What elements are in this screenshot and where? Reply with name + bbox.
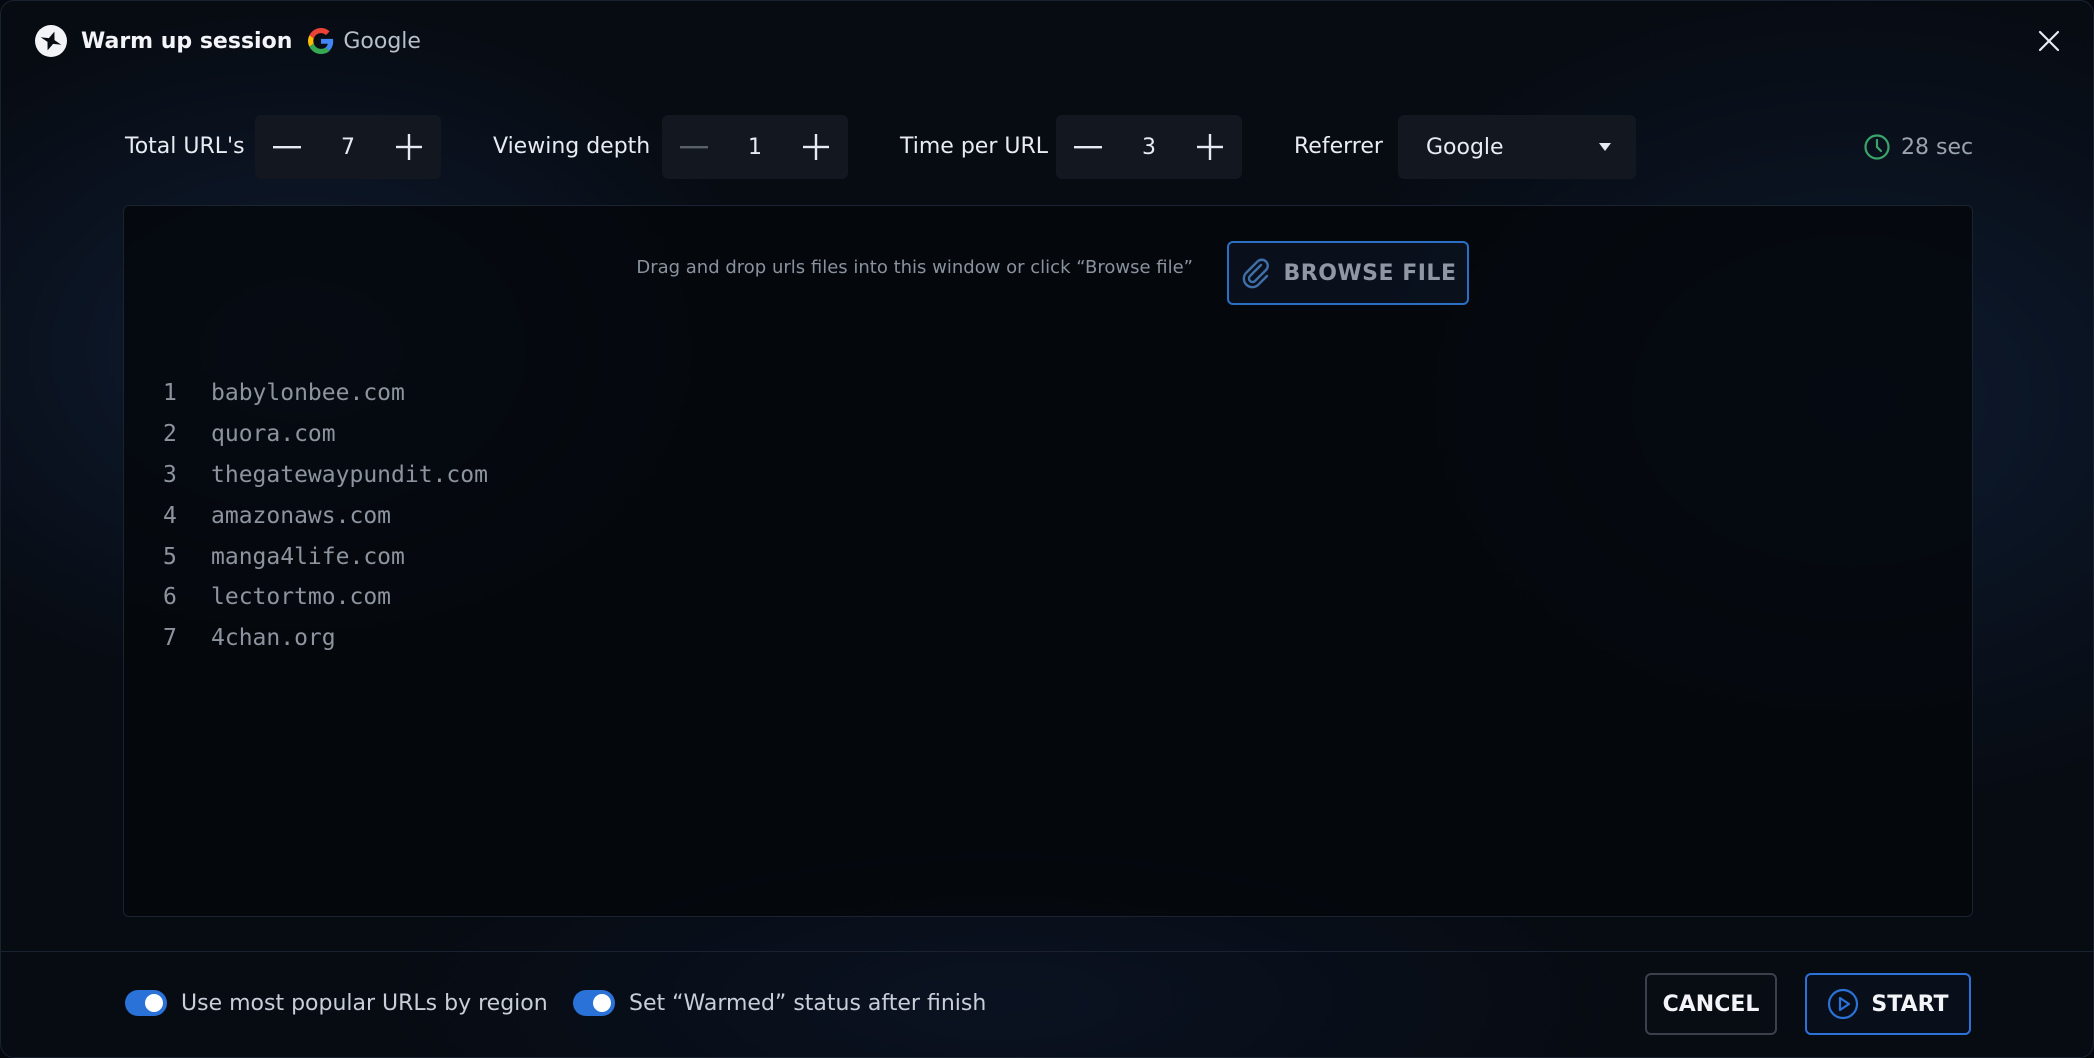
line-number: 1 xyxy=(163,380,177,407)
list-item[interactable]: 7 4chan.org xyxy=(163,618,488,659)
warmed-status-toggle[interactable]: Set “Warmed” status after finish xyxy=(573,987,986,1019)
popular-urls-label: Use most popular URLs by region xyxy=(181,990,548,1016)
plus-icon xyxy=(396,134,422,160)
warmed-status-label: Set “Warmed” status after finish xyxy=(629,990,987,1016)
total-urls-label: Total URL's xyxy=(125,134,245,159)
play-circle-icon xyxy=(1828,988,1859,1020)
list-item[interactable]: 3 thegatewaypundit.com xyxy=(163,455,488,496)
dialog-engine-name: Google xyxy=(343,28,421,54)
paperclip-icon xyxy=(1242,258,1269,289)
referrer-select[interactable]: Google xyxy=(1398,115,1636,179)
line-number: 4 xyxy=(163,502,177,529)
dropzone-hint: Drag and drop urls files into this windo… xyxy=(636,257,1193,278)
viewing-depth-value[interactable]: 1 xyxy=(726,135,784,160)
plus-icon xyxy=(1197,134,1223,160)
footer-divider xyxy=(1,951,2093,952)
start-label: START xyxy=(1871,991,1949,1017)
url-text: thegatewaypundit.com xyxy=(211,461,488,488)
time-per-url-value[interactable]: 3 xyxy=(1120,135,1178,160)
url-text: manga4life.com xyxy=(211,543,405,570)
toggle-switch[interactable] xyxy=(125,990,167,1016)
list-item[interactable]: 4 amazonaws.com xyxy=(163,495,488,536)
viewing-depth-increment-button[interactable] xyxy=(784,115,848,179)
estimated-time-value: 28 sec xyxy=(1901,134,1974,160)
total-urls-value[interactable]: 7 xyxy=(319,135,377,160)
line-number: 3 xyxy=(163,461,177,488)
time-per-url-label: Time per URL xyxy=(900,134,1049,159)
url-text: quora.com xyxy=(211,421,336,448)
minus-icon xyxy=(273,146,301,149)
viewing-depth-stepper: 1 xyxy=(662,115,848,179)
clock-icon xyxy=(1864,134,1890,160)
toggle-knob xyxy=(593,994,611,1012)
viewing-depth-decrement-button[interactable] xyxy=(662,115,726,179)
minus-icon xyxy=(680,146,708,149)
time-per-url-decrement-button[interactable] xyxy=(1056,115,1120,179)
close-button[interactable] xyxy=(2033,25,2065,57)
popular-urls-toggle[interactable]: Use most popular URLs by region xyxy=(125,987,548,1019)
list-item[interactable]: 2 quora.com xyxy=(163,414,488,455)
list-item[interactable]: 6 lectortmo.com xyxy=(163,577,488,618)
toggle-knob xyxy=(145,994,163,1012)
time-per-url-stepper: 3 xyxy=(1056,115,1242,179)
line-number: 2 xyxy=(163,421,177,448)
total-urls-decrement-button[interactable] xyxy=(255,115,319,179)
referrer-selected-value: Google xyxy=(1426,134,1504,160)
dialog-title: Warm up session xyxy=(81,28,293,54)
url-text: amazonaws.com xyxy=(211,502,392,529)
viewing-depth-label: Viewing depth xyxy=(493,134,651,159)
app-logo-icon xyxy=(35,25,67,57)
url-list[interactable]: 1 babylonbee.com 2 quora.com 3 thegatewaypu… xyxy=(163,373,488,659)
google-logo-icon xyxy=(308,28,334,54)
minus-icon xyxy=(1074,146,1102,149)
url-text: 4chan.org xyxy=(211,625,336,652)
line-number: 7 xyxy=(163,625,177,652)
caret-down-icon xyxy=(1599,143,1611,151)
list-item[interactable]: 5 manga4life.com xyxy=(163,536,488,577)
browse-file-label: BROWSE FILE xyxy=(1283,260,1457,286)
start-button[interactable]: START xyxy=(1805,973,1971,1035)
time-per-url-increment-button[interactable] xyxy=(1178,115,1242,179)
dialog-title-bar: Warm up session Google xyxy=(35,23,421,59)
estimated-time: 28 sec xyxy=(1863,129,1973,165)
line-number: 5 xyxy=(163,543,177,570)
toggle-switch[interactable] xyxy=(573,990,615,1016)
line-number: 6 xyxy=(163,584,177,611)
browse-file-button[interactable]: BROWSE FILE xyxy=(1227,241,1469,305)
cancel-button[interactable]: CANCEL xyxy=(1645,973,1777,1035)
url-text: babylonbee.com xyxy=(211,380,405,407)
referrer-label: Referrer xyxy=(1294,134,1383,159)
list-item[interactable]: 1 babylonbee.com xyxy=(163,373,488,414)
close-icon xyxy=(2038,30,2060,52)
warm-up-dialog: Warm up session Google Total URL's 7 Vie… xyxy=(0,0,2094,1058)
url-text: lectortmo.com xyxy=(211,584,392,611)
total-urls-increment-button[interactable] xyxy=(377,115,441,179)
cancel-label: CANCEL xyxy=(1662,991,1760,1017)
plus-icon xyxy=(803,134,829,160)
total-urls-stepper: 7 xyxy=(255,115,441,179)
